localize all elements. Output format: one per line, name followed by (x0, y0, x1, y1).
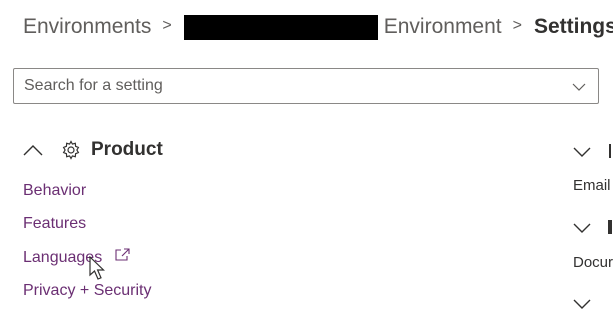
redacted-environment-name (183, 14, 378, 40)
right-text-email: Email (573, 177, 611, 194)
breadcrumb-environments[interactable]: Environments (23, 15, 151, 39)
chevron-down-icon[interactable] (573, 146, 591, 158)
link-features[interactable]: Features (23, 215, 86, 233)
section-title-product: Product (91, 139, 163, 160)
search-setting-combobox[interactable] (13, 68, 599, 104)
breadcrumb-environment[interactable]: Environment (384, 15, 502, 39)
link-privacy-security[interactable]: Privacy + Security (23, 282, 151, 300)
breadcrumb-separator: > (512, 17, 522, 34)
breadcrumb-settings: Settings (533, 15, 613, 38)
external-link-icon (115, 248, 130, 261)
product-section-header[interactable]: Product (23, 137, 163, 163)
search-input[interactable] (24, 77, 544, 95)
gear-icon (62, 140, 80, 160)
breadcrumb: Environments > Environment > Settings (23, 10, 613, 44)
mouse-pointer-icon (89, 256, 105, 280)
chevron-down-icon[interactable] (572, 80, 586, 94)
section-heading-partial (609, 144, 611, 158)
chevron-up-icon[interactable] (23, 143, 43, 157)
section-heading-partial (608, 220, 612, 234)
link-behavior[interactable]: Behavior (23, 182, 86, 200)
link-languages-row[interactable]: Languages (23, 248, 130, 267)
chevron-down-icon[interactable] (573, 222, 591, 234)
right-text-docur: Docur (573, 254, 613, 271)
chevron-down-icon[interactable] (573, 298, 591, 310)
breadcrumb-separator: > (162, 17, 172, 34)
